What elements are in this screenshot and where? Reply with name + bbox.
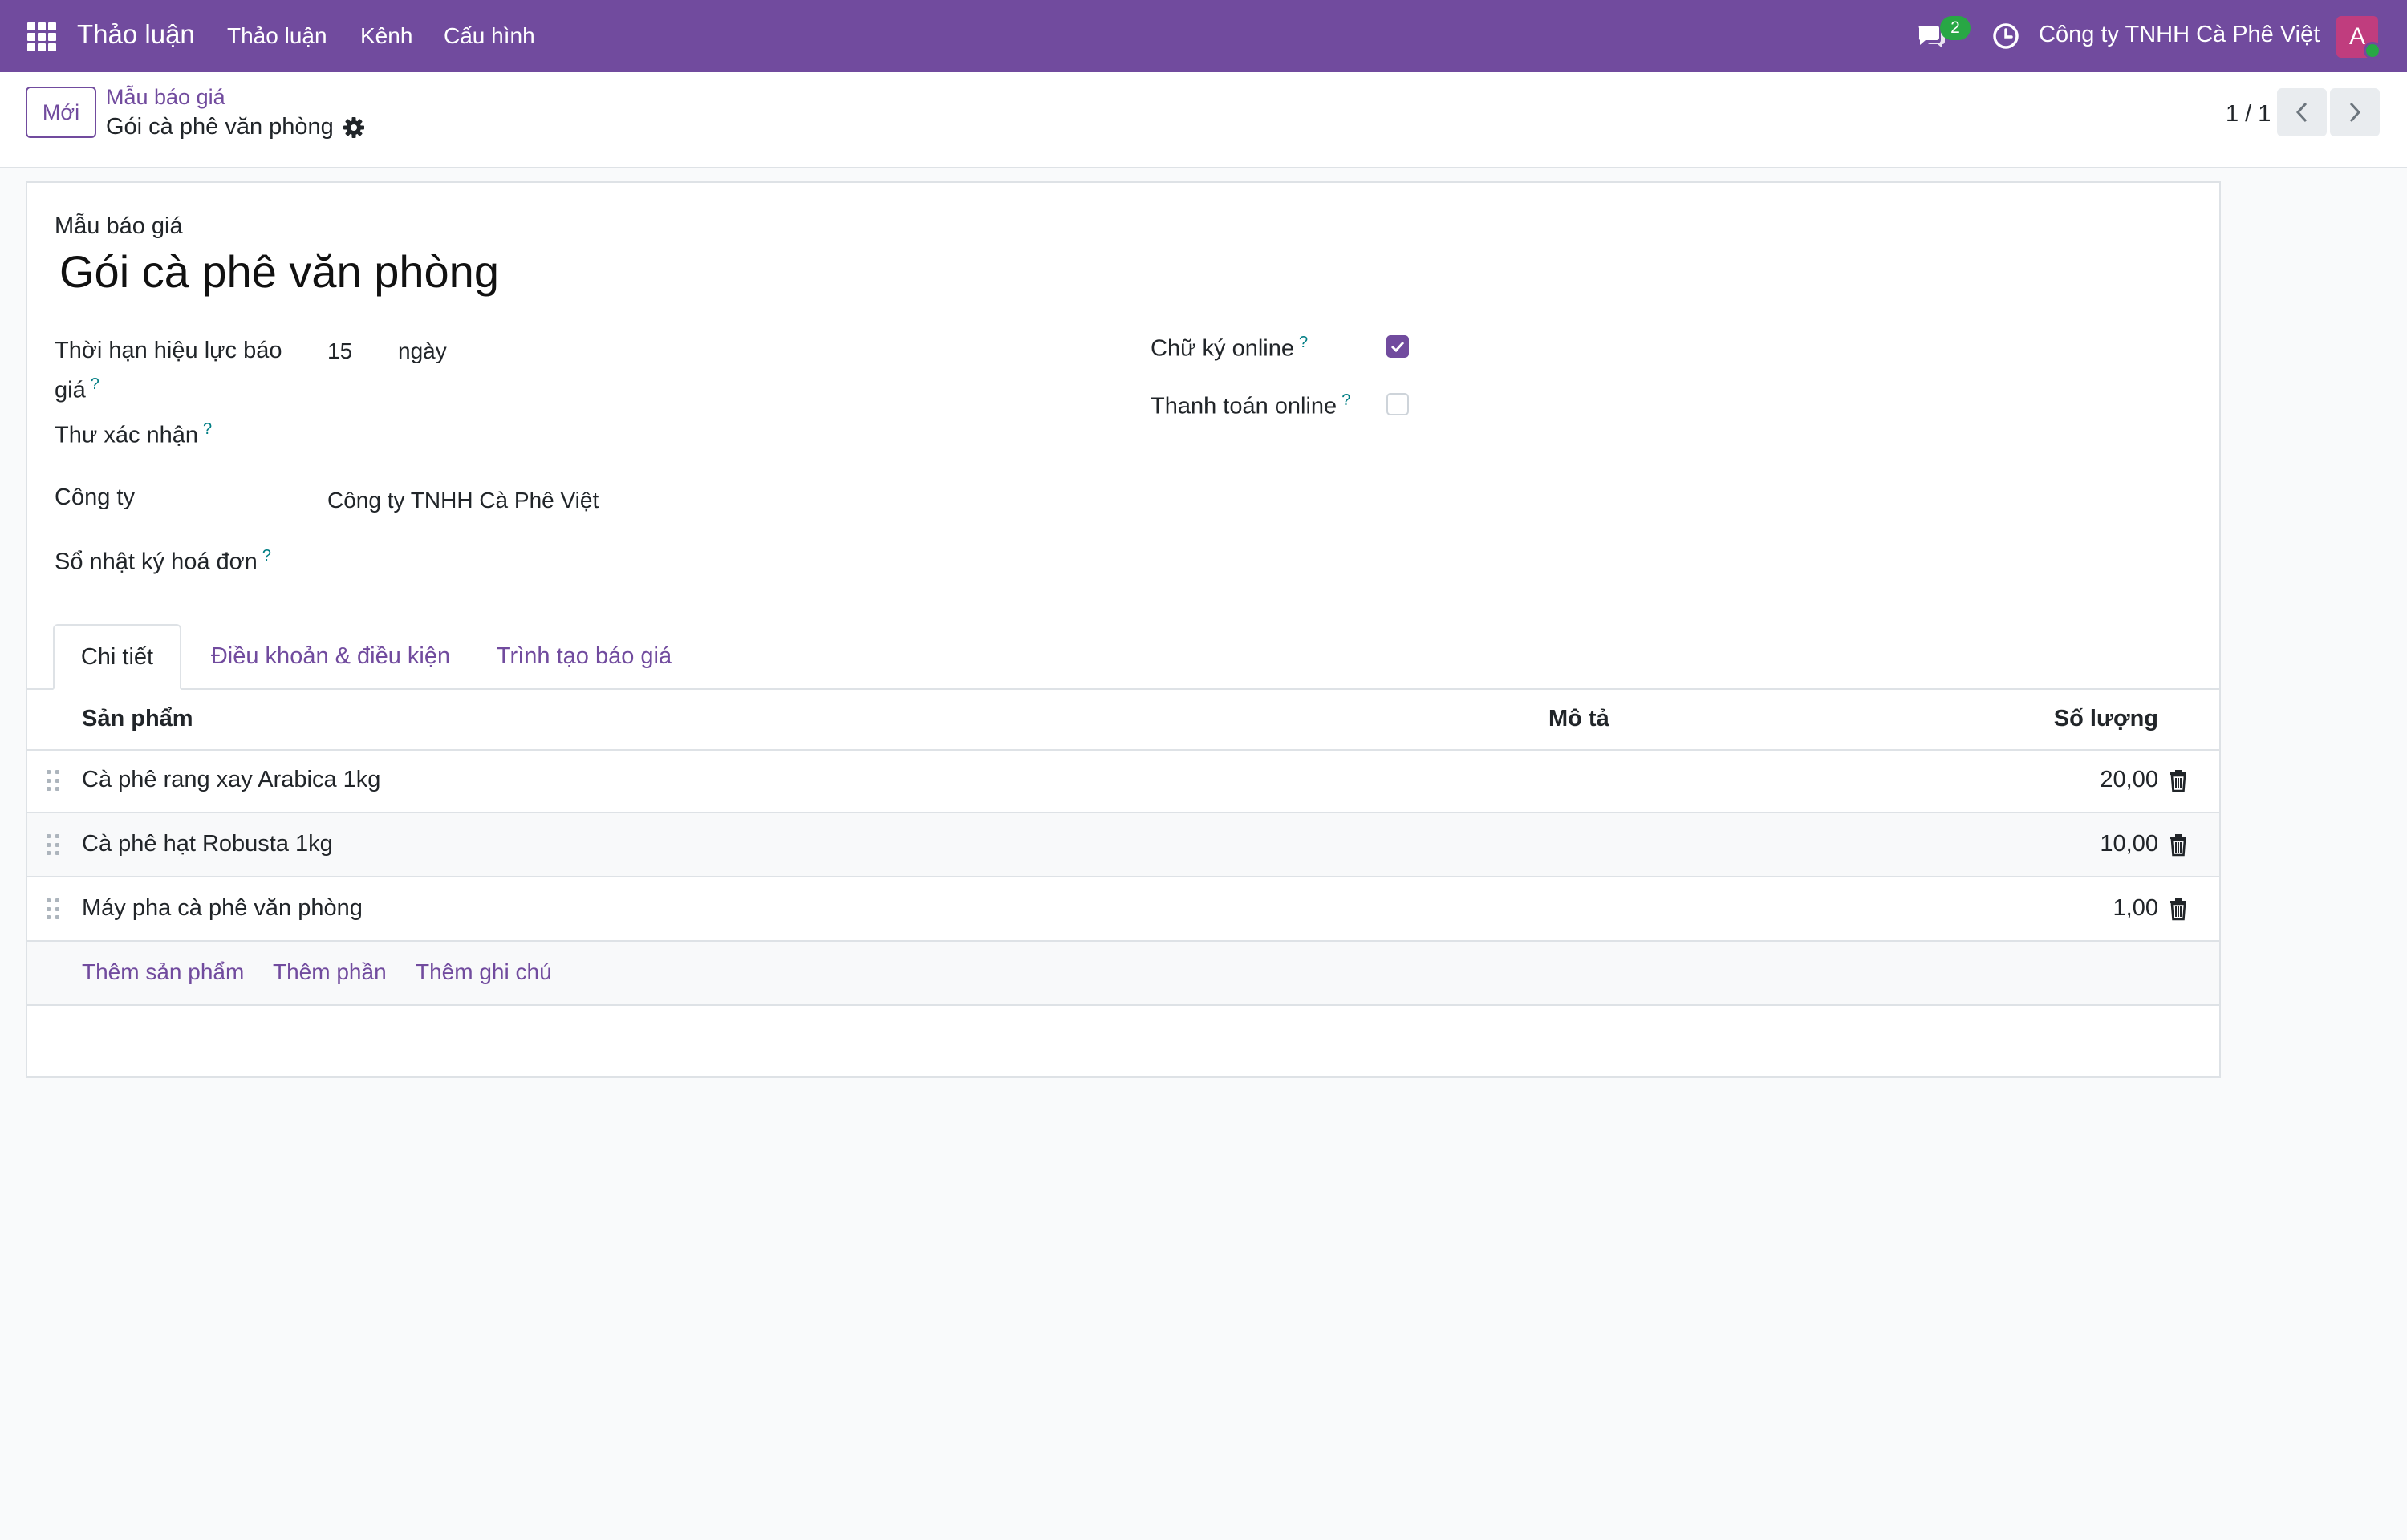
online-payment-label: Thanh toán online?	[1151, 391, 1351, 419]
column-header-quantity[interactable]: Số lượng	[2054, 706, 2158, 732]
help-icon[interactable]: ?	[1299, 334, 1308, 351]
company-field[interactable]: Công ty TNHH Cà Phê Việt	[327, 488, 599, 513]
table-row[interactable]: Cà phê hạt Robusta 1kg 10,00	[27, 813, 2219, 877]
chevron-right-icon	[2349, 102, 2361, 123]
add-product-link[interactable]: Thêm sản phẩm	[82, 959, 244, 985]
online-signature-checkbox[interactable]	[1386, 335, 1409, 358]
new-button[interactable]: Mới	[26, 87, 96, 138]
quantity-cell[interactable]: 20,00	[2100, 767, 2158, 793]
template-name-field[interactable]: Gói cà phê văn phòng	[59, 245, 499, 298]
product-cell[interactable]: Cà phê hạt Robusta 1kg	[82, 831, 333, 857]
tab-quote-builder[interactable]: Trình tạo báo giá	[486, 624, 682, 688]
chevron-left-icon	[2295, 102, 2308, 123]
pager-value[interactable]: 1 / 1	[2226, 101, 2271, 128]
table-row[interactable]: Cà phê rang xay Arabica 1kg 20,00	[27, 749, 2219, 813]
message-count-badge: 2	[1940, 16, 1971, 40]
tab-details[interactable]: Chi tiết	[53, 624, 181, 690]
breadcrumb-parent[interactable]: Mẫu báo giá	[106, 85, 225, 110]
pager-next-button[interactable]	[2330, 88, 2380, 136]
tab-terms-conditions[interactable]: Điều khoản & điều kiện	[205, 624, 456, 688]
section-label: Mẫu báo giá	[55, 213, 183, 239]
check-icon	[1390, 341, 1405, 353]
notebook-tabs: Chi tiết Điều khoản & điều kiện Trình tạ…	[27, 624, 2219, 690]
drag-handle-icon[interactable]	[47, 834, 59, 857]
table-row[interactable]: Máy pha cà phê văn phòng 1,00	[27, 877, 2219, 942]
validity-unit: ngày	[398, 338, 447, 363]
add-section-link[interactable]: Thêm phần	[273, 959, 387, 985]
breadcrumb-current: Gói cà phê văn phòng	[106, 114, 334, 140]
pager-previous-button[interactable]	[2277, 88, 2327, 136]
add-note-link[interactable]: Thêm ghi chú	[416, 959, 552, 985]
drag-handle-icon[interactable]	[47, 898, 59, 921]
menu-item-configuration[interactable]: Cấu hình	[444, 23, 535, 49]
quantity-cell[interactable]: 10,00	[2100, 831, 2158, 857]
help-icon[interactable]: ?	[1342, 391, 1350, 409]
add-line-row: Thêm sản phẩm Thêm phần Thêm ghi chú	[27, 942, 2219, 1006]
drag-handle-icon[interactable]	[47, 770, 59, 792]
validity-label: Thời hạn hiệu lực báo giá?	[55, 338, 282, 403]
online-signature-label: Chữ ký online?	[1151, 334, 1309, 362]
gear-icon[interactable]	[342, 116, 366, 140]
help-icon[interactable]: ?	[203, 420, 212, 438]
company-label: Công ty	[55, 484, 135, 510]
trash-icon[interactable]	[2168, 897, 2189, 921]
top-navbar: Thảo luận Thảo luận Kênh Cấu hình 2 Công…	[0, 0, 2407, 72]
help-icon[interactable]: ?	[91, 375, 99, 393]
online-payment-checkbox[interactable]	[1386, 393, 1409, 415]
column-header-product[interactable]: Sản phẩm	[82, 706, 193, 732]
product-cell[interactable]: Máy pha cà phê văn phòng	[82, 895, 363, 922]
menu-item-discuss[interactable]: Thảo luận	[227, 23, 327, 49]
trash-icon[interactable]	[2168, 833, 2189, 857]
column-header-description[interactable]: Mô tả	[1549, 706, 1609, 732]
app-grid-icon[interactable]	[27, 22, 56, 51]
quantity-cell[interactable]: 1,00	[2113, 895, 2158, 922]
clock-icon[interactable]	[1991, 22, 2020, 51]
form-sheet: Mẫu báo giá Gói cà phê văn phòng Thời hạ…	[26, 181, 2221, 1078]
company-switcher[interactable]: Công ty TNHH Cà Phê Việt	[2039, 22, 2320, 48]
help-icon[interactable]: ?	[262, 547, 271, 565]
control-panel: Mới Mẫu báo giá Gói cà phê văn phòng 1 /…	[0, 72, 2407, 168]
app-title[interactable]: Thảo luận	[77, 19, 195, 50]
invoice-journal-label: Sổ nhật ký hoá đơn?	[55, 547, 271, 575]
product-cell[interactable]: Cà phê rang xay Arabica 1kg	[82, 767, 380, 793]
menu-item-channels[interactable]: Kênh	[360, 23, 412, 49]
confirmation-mail-label: Thư xác nhận?	[55, 420, 213, 448]
trash-icon[interactable]	[2168, 768, 2189, 792]
online-status-dot	[2364, 42, 2381, 59]
validity-days-input[interactable]: 15	[327, 338, 352, 364]
table-header: Sản phẩm Mô tả Số lượng	[27, 690, 2219, 751]
